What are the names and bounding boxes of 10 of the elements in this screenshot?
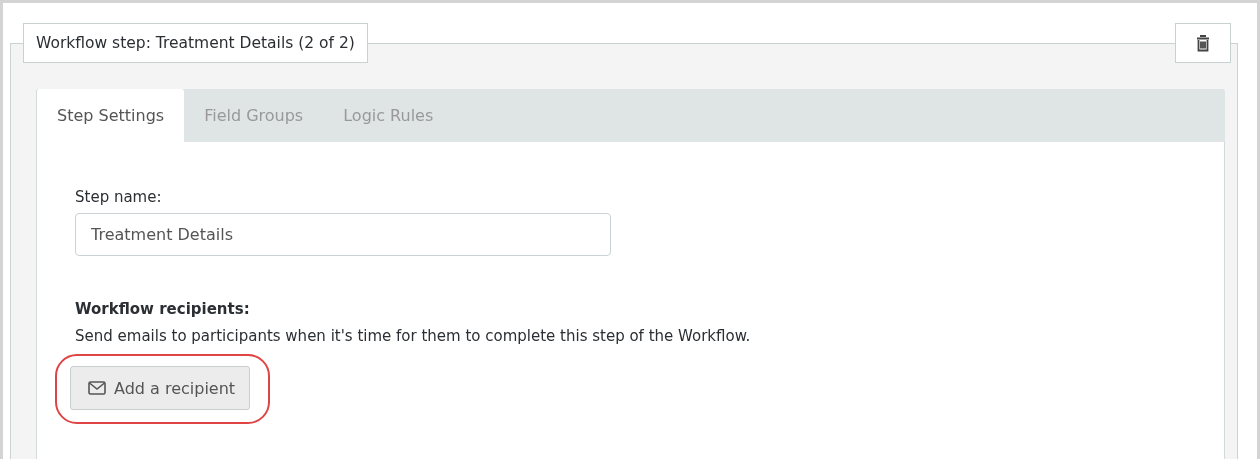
- add-recipient-button[interactable]: Add a recipient: [70, 366, 251, 410]
- panel-title: Workflow step: Treatment Details (2 of 2): [23, 23, 368, 63]
- section-description: Send emails to participants when it's time for them to complete this step of the Workflow.: [75, 327, 752, 345]
- trash-icon: [1196, 34, 1210, 52]
- field-label: Step name:: [75, 188, 163, 206]
- step-name-field[interactable]: Treatment Details: [75, 213, 611, 256]
- section-heading: Workflow recipients:: [75, 300, 251, 318]
- envelope-icon: [88, 381, 106, 395]
- delete-button[interactable]: [1175, 23, 1231, 63]
- tab[interactable]: Step Settings: [36, 89, 185, 142]
